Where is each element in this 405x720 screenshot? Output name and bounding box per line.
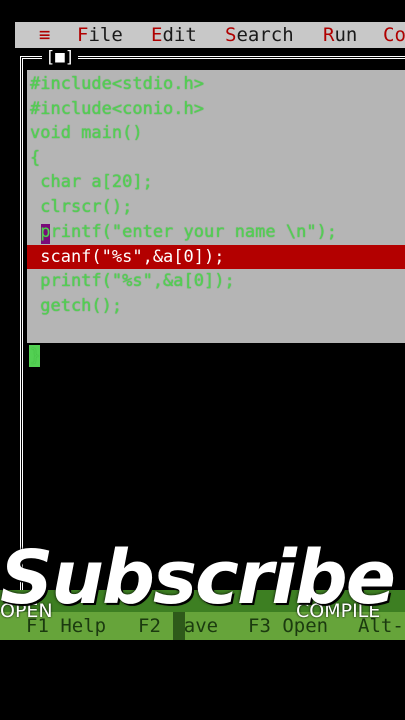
code-line: #include<stdio.h> [30,74,204,94]
menu-file[interactable]: File [77,22,123,48]
code-line: printf("%s",&a[0]); [30,271,235,291]
menu-bar: ≡ File Edit Search Run Co [15,22,405,48]
menu-run[interactable]: Run [323,22,357,48]
code-line: char a[20]; [30,172,153,192]
window-close-button[interactable]: [■] [42,48,78,66]
code-line: } [30,346,41,366]
code-line: { [30,148,41,168]
code-line: printf("enter your name \n"); [30,222,338,242]
system-menu-icon[interactable]: ≡ [39,22,50,48]
menu-compile[interactable]: Co [383,22,405,48]
code-line: clrscr(); [30,197,133,217]
menu-search[interactable]: Search [225,22,294,48]
code-line: getch(); [30,296,123,316]
code-line: void main() [30,123,143,143]
subscribe-overlay-text: Subscribe [0,535,396,621]
code-line: #include<conio.h> [30,99,204,119]
code-line-highlighted: scanf("%s",&a[0]); [30,247,225,267]
menu-edit[interactable]: Edit [151,22,197,48]
